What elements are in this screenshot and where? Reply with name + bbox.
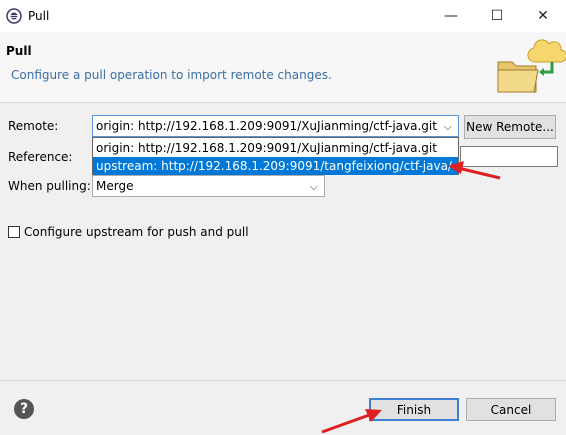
annotation-arrow-upstream — [448, 161, 501, 180]
annotation-arrows — [321, 161, 501, 434]
annotation-arrow-finish — [321, 409, 382, 434]
